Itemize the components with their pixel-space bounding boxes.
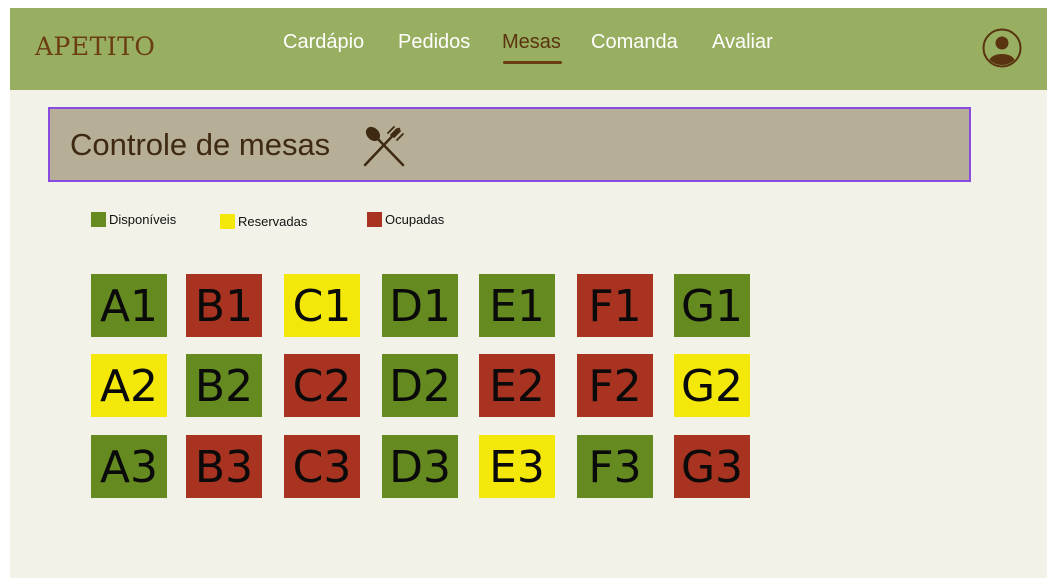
table-tile-g3[interactable]: G3 [674,435,750,498]
table-tile-a3[interactable]: A3 [91,435,167,498]
table-tile-g2[interactable]: G2 [674,354,750,417]
brand-logo[interactable]: APETITO [35,32,155,61]
table-tile-b1[interactable]: B1 [186,274,262,337]
table-tile-c3[interactable]: C3 [284,435,360,498]
table-tile-f3[interactable]: F3 [577,435,653,498]
app-frame: APETITO Cardápio Pedidos Mesas Comanda A… [10,8,1047,578]
table-tile-d3[interactable]: D3 [382,435,458,498]
table-tile-g1[interactable]: G1 [674,274,750,337]
table-tile-e3[interactable]: E3 [479,435,555,498]
legend-swatch [367,212,382,227]
active-tab-indicator [503,61,562,64]
table-tile-e1[interactable]: E1 [479,274,555,337]
table-tile-d1[interactable]: D1 [382,274,458,337]
table-tile-a1[interactable]: A1 [91,274,167,337]
table-tile-e2[interactable]: E2 [479,354,555,417]
nav-item-cardapio[interactable]: Cardápio [283,31,364,54]
page-title: Controle de mesas [70,127,331,162]
legend-swatch [220,214,235,229]
nav-item-pedidos[interactable]: Pedidos [398,31,470,54]
table-tile-c2[interactable]: C2 [284,354,360,417]
table-tile-f2[interactable]: F2 [577,354,653,417]
table-tile-f1[interactable]: F1 [577,274,653,337]
cutlery-icon [363,126,405,167]
legend-swatch [91,212,106,227]
legend-label: Ocupadas [385,212,445,227]
nav-item-comanda[interactable]: Comanda [591,31,678,54]
legend-label: Disponíveis [109,212,177,227]
legend-label: Reservadas [238,214,308,229]
table-tile-b2[interactable]: B2 [186,354,262,417]
table-tile-c1[interactable]: C1 [284,274,360,337]
nav-item-avaliar[interactable]: Avaliar [712,31,773,54]
page-header: Controle de mesas [48,107,971,182]
nav-item-mesas[interactable]: Mesas [502,31,561,54]
table-tile-b3[interactable]: B3 [186,435,262,498]
table-tile-a2[interactable]: A2 [91,354,167,417]
top-navbar: APETITO Cardápio Pedidos Mesas Comanda A… [10,8,1047,90]
table-tile-d2[interactable]: D2 [382,354,458,417]
user-avatar-icon[interactable] [982,28,1022,68]
